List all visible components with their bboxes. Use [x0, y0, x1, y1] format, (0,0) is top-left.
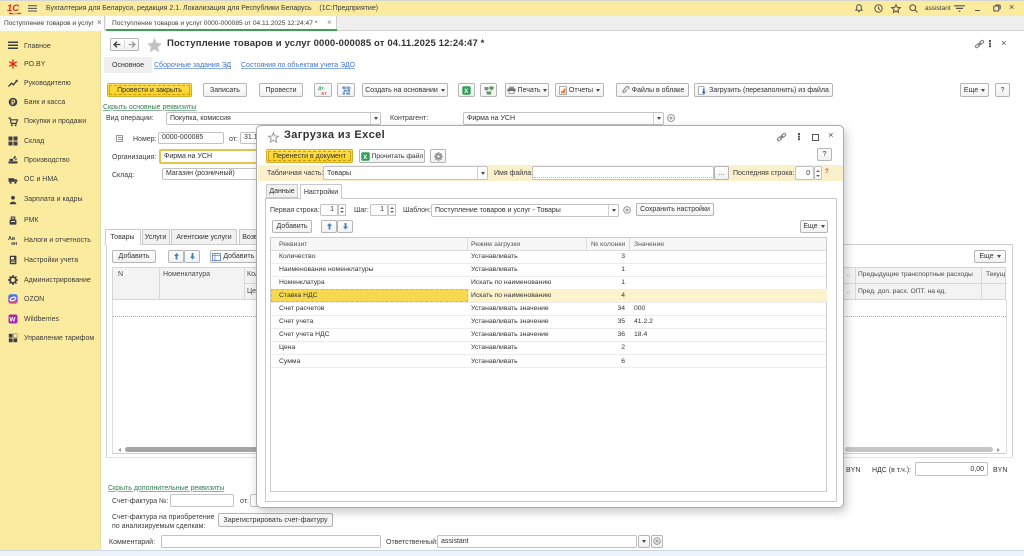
svg-text:кн: кн [11, 241, 17, 247]
svg-text:W: W [9, 316, 16, 323]
svg-text:1С: 1С [7, 3, 19, 14]
svg-text:Кт: Кт [321, 91, 327, 97]
svg-text:Дт: Дт [318, 86, 324, 92]
